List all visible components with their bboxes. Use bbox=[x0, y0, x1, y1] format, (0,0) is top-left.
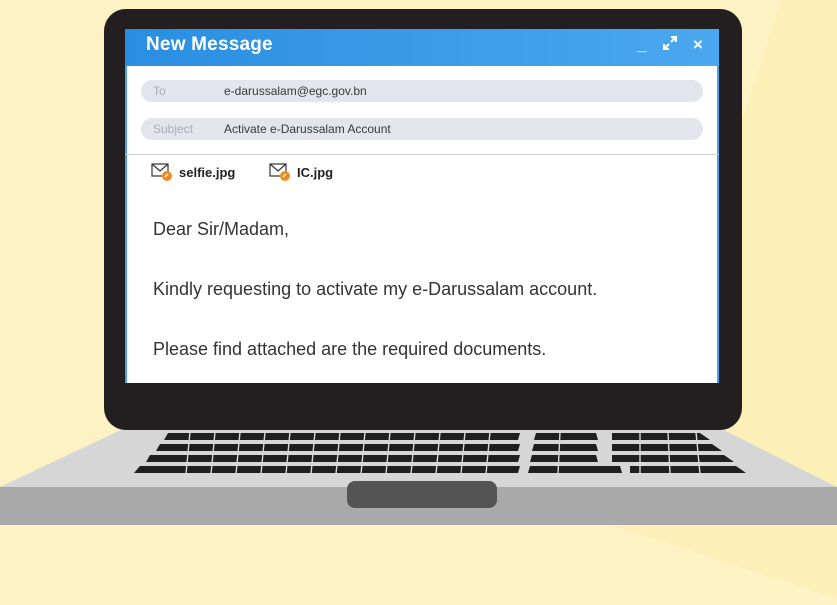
window-border-right bbox=[717, 66, 719, 383]
subject-value: Activate e-Darussalam Account bbox=[224, 122, 391, 136]
trackpad bbox=[347, 481, 497, 508]
attachment-name: selfie.jpg bbox=[179, 164, 236, 180]
minimize-button[interactable]: _ bbox=[635, 35, 649, 55]
attachment-item[interactable]: IC.jpg bbox=[269, 162, 333, 182]
subject-field[interactable]: Subject Activate e-Darussalam Account bbox=[141, 118, 703, 140]
to-label: To bbox=[153, 84, 166, 98]
to-field[interactable]: To e-darussalam@egc.gov.bn bbox=[141, 80, 703, 102]
header-divider bbox=[125, 154, 719, 155]
subject-label: Subject bbox=[153, 122, 194, 136]
attachment-mail-icon bbox=[269, 163, 290, 181]
to-value: e-darussalam@egc.gov.bn bbox=[224, 84, 367, 98]
window-title: New Message bbox=[146, 34, 273, 55]
message-line-2: Please find attached are the required do… bbox=[153, 339, 547, 359]
attachment-name: IC.jpg bbox=[297, 164, 334, 180]
attachment-mail-icon bbox=[151, 163, 172, 181]
message-line-1: Kindly requesting to activate my e-Darus… bbox=[153, 279, 598, 299]
attachment-item[interactable]: selfie.jpg bbox=[151, 162, 235, 182]
message-greeting: Dear Sir/Madam, bbox=[153, 219, 290, 239]
email-compose-window: New Message _ × To e-darussalam@egc.gov.… bbox=[125, 29, 719, 383]
expand-icon bbox=[662, 35, 678, 51]
close-button[interactable]: × bbox=[691, 35, 705, 55]
window-border-left bbox=[125, 66, 127, 383]
window-controls: _ × bbox=[635, 35, 705, 55]
maximize-button[interactable] bbox=[662, 35, 678, 55]
window-titlebar[interactable]: New Message _ × bbox=[125, 29, 719, 66]
